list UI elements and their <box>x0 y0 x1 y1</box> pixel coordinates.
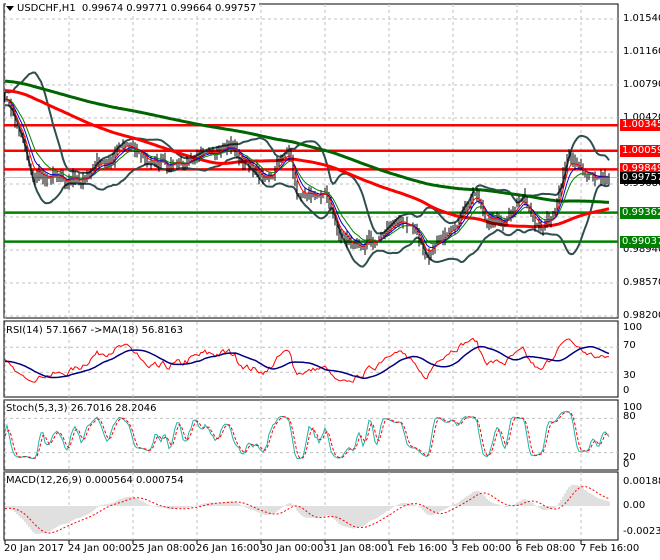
level-label: 0.99362 <box>620 206 660 219</box>
stoch-axis-label: 80 <box>623 411 636 422</box>
stoch-title: Stoch(5,3,3) 26.7016 28.2046 <box>6 403 157 414</box>
symbol-label: USDCHF,H1 <box>17 3 76 14</box>
price-axis-label: 1.00790 <box>623 79 660 90</box>
rsi-axis-label: 0 <box>623 385 630 396</box>
time-axis-label: 1 Feb 16:00 <box>388 543 448 554</box>
stoch-axis-label: 0 <box>623 459 630 470</box>
chart-header: USDCHF,H1 0.99674 0.99771 0.99664 0.99757 <box>6 3 260 14</box>
level-label: 0.99037 <box>620 235 660 248</box>
price-axis-label: 1.01540 <box>623 13 660 24</box>
rsi-axis-label: 30 <box>623 370 636 381</box>
time-axis-label: 7 Feb 16:00 <box>580 543 640 554</box>
macd-axis-label: 0.00 <box>623 500 646 511</box>
rsi-axis-label: 100 <box>623 322 643 333</box>
close-value: 0.99757 <box>214 3 257 14</box>
open-value: 0.99674 <box>81 3 124 14</box>
macd-title: MACD(12,26,9) 0.000564 0.000754 <box>6 475 184 486</box>
time-axis-label: 26 Jan 16:00 <box>196 543 260 554</box>
price-axis-label: 0.98570 <box>623 277 660 288</box>
dropdown-triangle-icon[interactable] <box>6 5 14 11</box>
time-axis-label: 3 Feb 00:00 <box>452 543 512 554</box>
time-axis-label: 31 Jan 08:00 <box>324 543 388 554</box>
time-axis-label: 25 Jan 08:00 <box>132 543 196 554</box>
rsi-axis-label: 70 <box>623 340 636 351</box>
low-value: 0.99664 <box>170 3 212 14</box>
time-axis-label: 6 Feb 08:00 <box>516 543 576 554</box>
price-axis-label: 0.98200 <box>623 310 660 321</box>
time-axis-label: 30 Jan 00:00 <box>260 543 324 554</box>
current-price-label: 0.99757 <box>620 171 660 184</box>
time-axis-label: 20 Jan 2017 <box>4 543 64 554</box>
high-value: 0.99771 <box>126 3 168 14</box>
time-axis-label: 24 Jan 00:00 <box>68 543 132 554</box>
price-axis-label: 1.01160 <box>623 46 660 57</box>
rsi-title: RSI(14) 57.1667 ->MA(18) 56.8163 <box>6 325 183 336</box>
macd-axis-label: 0.001882 <box>623 476 660 487</box>
level-label: 1.00345 <box>620 119 660 132</box>
level-label: 1.00059 <box>620 144 660 157</box>
macd-axis-label: -0.002356 <box>623 526 660 537</box>
